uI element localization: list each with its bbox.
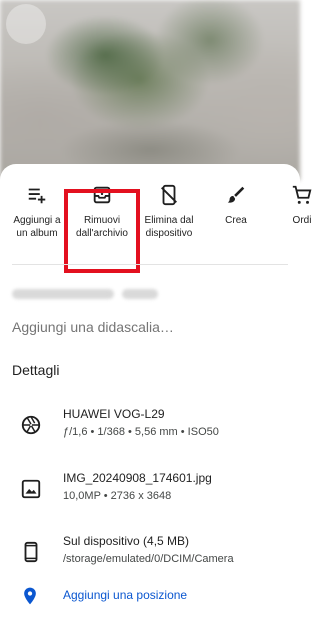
- order-button[interactable]: Ordi: [262, 184, 320, 254]
- info-sheet: Aggiungi a un album Rimuovi dall'archivi…: [0, 164, 311, 623]
- image-icon: [21, 479, 41, 499]
- playlist-add-icon: [28, 188, 46, 204]
- smartphone-icon: [24, 541, 38, 563]
- add-location-label: Aggiungi una posizione: [63, 588, 188, 602]
- aperture-icon: [21, 415, 41, 435]
- file-detail: IMG_20240908_174601.jpg 10,0MP • 2736 x …: [0, 466, 300, 516]
- storage-path: /storage/emulated/0/DCIM/Camera: [63, 553, 234, 565]
- unarchive-label: Rimuovi dall'archivio: [76, 215, 128, 239]
- file-info: 10,0MP • 2736 x 3648: [63, 490, 172, 502]
- add-to-album-label: Aggiungi a un album: [13, 215, 61, 239]
- divider: [12, 264, 288, 265]
- brush-icon: [227, 186, 245, 203]
- action-row: Aggiungi a un album Rimuovi dall'archivi…: [0, 184, 311, 273]
- file-name: IMG_20240908_174601.jpg: [63, 471, 212, 485]
- back-button[interactable]: [6, 4, 46, 44]
- storage-title: Sul dispositivo (4,5 MB): [63, 534, 190, 548]
- storage-detail: Sul dispositivo (4,5 MB) /storage/emulat…: [0, 529, 300, 579]
- camera-specs: ƒ/1,6 • 1/368 • 5,56 mm • ISO50: [63, 426, 219, 438]
- cart-icon: [292, 185, 312, 204]
- delete-from-device-label: Elimina dal dispositivo: [144, 215, 194, 239]
- date-time-redacted: [12, 289, 158, 301]
- caption-input[interactable]: [12, 317, 288, 337]
- details-heading: Dettagli: [12, 362, 60, 378]
- camera-detail: HUAWEI VOG-L29 ƒ/1,6 • 1/368 • 5,56 mm •…: [0, 402, 300, 452]
- camera-model: HUAWEI VOG-L29: [63, 407, 165, 421]
- create-label: Crea: [225, 215, 247, 226]
- location-pin-icon: [24, 587, 36, 605]
- order-label: Ordi: [292, 215, 312, 226]
- add-location-button[interactable]: Aggiungi una posizione: [0, 584, 300, 614]
- phone-delete-icon: [161, 184, 177, 206]
- unarchive-icon: [93, 186, 111, 204]
